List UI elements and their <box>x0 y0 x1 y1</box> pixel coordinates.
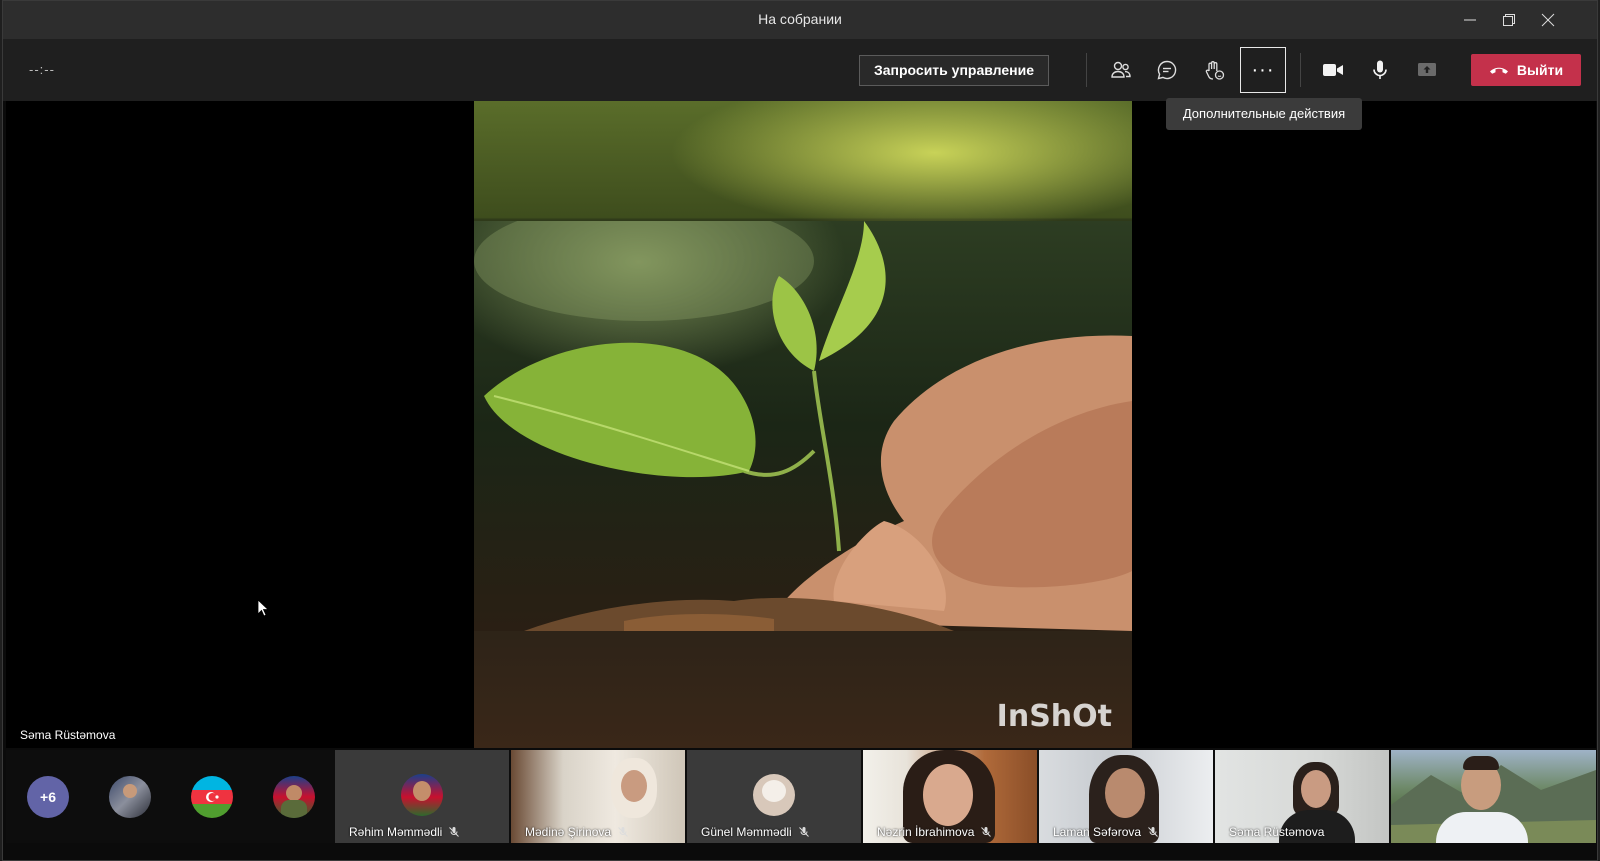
toolbar-divider <box>1086 53 1087 87</box>
participant-avatar <box>753 774 795 816</box>
meeting-timer: --:-- <box>29 62 55 77</box>
avatar-face <box>762 780 786 802</box>
chat-icon <box>1157 60 1177 80</box>
more-actions-button[interactable]: ··· <box>1240 47 1286 93</box>
meeting-window: На собрании --:-- Запросить управление ·… <box>2 0 1598 861</box>
restore-button[interactable] <box>1496 7 1522 33</box>
participant-avatar[interactable] <box>273 776 315 818</box>
shared-video: InShOt <box>474 101 1132 748</box>
video-watermark: InShOt <box>996 699 1112 734</box>
raise-hand-button[interactable] <box>1195 51 1233 89</box>
leave-meeting-button[interactable]: Выйти <box>1471 54 1581 86</box>
participant-name: Rəhim Məmmədli <box>349 825 460 839</box>
participant-face <box>621 770 647 802</box>
participants-icon <box>1111 61 1131 78</box>
share-screen-button[interactable] <box>1408 51 1446 89</box>
share-screen-icon <box>1418 63 1436 76</box>
microphone-button[interactable] <box>1361 51 1399 89</box>
participant-name: Mədinə Şirinova <box>525 825 629 839</box>
hang-up-icon <box>1489 67 1508 74</box>
raise-hand-icon <box>1205 61 1225 80</box>
participant-tile[interactable]: Günel Məmmədli <box>687 750 861 843</box>
participant-name: Laman Səfərova <box>1053 825 1159 839</box>
participant-face <box>923 764 973 826</box>
participant-name-text: Nəzrin İbrahimova <box>877 825 975 839</box>
title-bar: На собрании <box>3 1 1597 39</box>
camera-button[interactable] <box>1314 51 1352 89</box>
participant-name: Nəzrin İbrahimova <box>877 825 992 839</box>
participant-face <box>1105 768 1145 818</box>
more-participants-button[interactable]: +6 <box>27 776 69 818</box>
leave-label: Выйти <box>1516 62 1564 78</box>
avatar-face <box>413 781 431 801</box>
window-title: На собрании <box>758 11 842 27</box>
video-camera-icon <box>1323 64 1343 76</box>
participant-avatar <box>401 774 443 816</box>
participant-strip: +6 Rəhim Məmmədli Mədinə Şirinova Günel … <box>6 750 1596 843</box>
participant-name-text: Mədinə Şirinova <box>525 825 612 839</box>
seedling-photo <box>474 201 1132 631</box>
muted-mic-icon <box>798 827 809 837</box>
participant-avatar[interactable] <box>109 776 151 818</box>
restore-icon <box>1503 14 1515 26</box>
avatar-face <box>286 785 302 801</box>
participant-tile[interactable]: Nəzrin İbrahimova <box>863 750 1037 843</box>
meeting-toolbar: --:-- Запросить управление ··· Выйти <box>3 39 1597 101</box>
microphone-icon <box>1373 60 1387 79</box>
toolbar-divider <box>1300 53 1301 87</box>
chat-button[interactable] <box>1148 51 1186 89</box>
participant-name: Səma Rüstəmova <box>1229 825 1324 839</box>
more-actions-tooltip: Дополнительные действия <box>1166 98 1362 130</box>
participant-name-text: Rəhim Məmmədli <box>349 825 443 839</box>
participant-hair <box>1463 756 1499 770</box>
participant-face <box>1301 770 1331 808</box>
azerbaijan-flag-icon <box>191 776 233 818</box>
muted-mic-icon <box>1148 827 1158 837</box>
seedling-illustration <box>474 201 1132 631</box>
main-stage: InShOt <box>6 101 1596 748</box>
participant-tile[interactable]: Laman Səfərova <box>1039 750 1213 843</box>
minimize-button[interactable] <box>1457 7 1483 33</box>
participant-tile[interactable] <box>1391 750 1596 843</box>
muted-mic-icon <box>981 827 992 837</box>
participant-name-text: Günel Məmmədli <box>701 825 792 839</box>
minimize-icon <box>1464 19 1476 21</box>
participant-tile[interactable]: Rəhim Məmmədli <box>335 750 509 843</box>
mouse-cursor-icon <box>257 599 269 617</box>
avatar-face <box>123 784 137 798</box>
participant-name: Günel Məmmədli <box>701 825 810 839</box>
participant-body <box>1436 812 1528 843</box>
participant-name-text: Səma Rüstəmova <box>1229 825 1325 839</box>
participant-tile[interactable]: Mədinə Şirinova <box>511 750 685 843</box>
muted-mic-icon <box>618 827 628 837</box>
participants-button[interactable] <box>1102 51 1140 89</box>
request-control-button[interactable]: Запросить управление <box>859 55 1049 86</box>
active-speaker-name: Səma Rüstəmova <box>20 728 116 742</box>
close-button[interactable] <box>1535 7 1561 33</box>
participant-name-text: Laman Səfərova <box>1053 825 1142 839</box>
avatar-body <box>281 800 307 818</box>
close-icon <box>1541 13 1555 27</box>
participant-avatar[interactable] <box>191 776 233 818</box>
muted-mic-icon <box>449 827 460 837</box>
participant-tile[interactable]: Səma Rüstəmova <box>1215 750 1389 843</box>
